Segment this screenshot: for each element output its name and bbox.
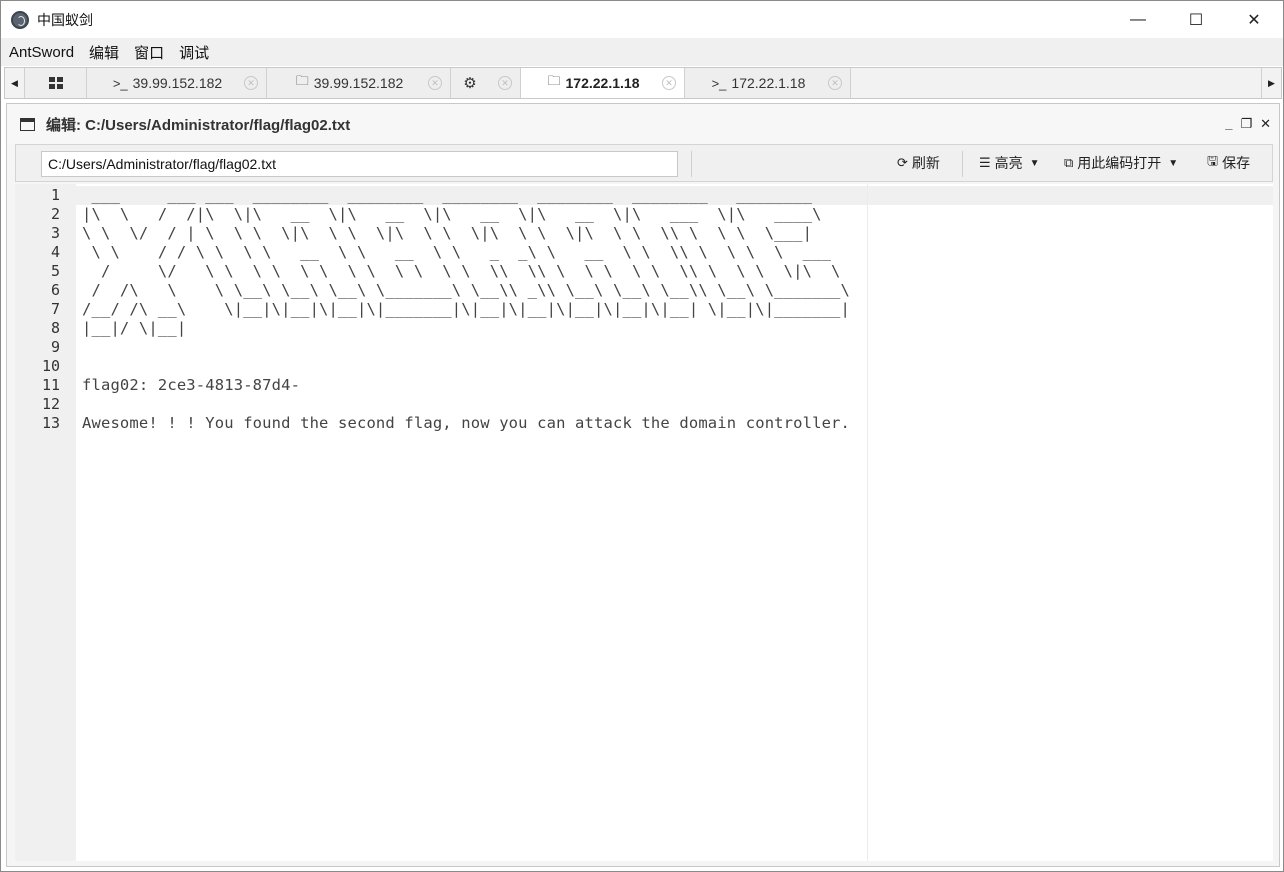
code-editor[interactable]: 1 ___ ___ ___ ________ ________ ________…	[15, 184, 1273, 861]
refresh-button[interactable]: ⟳ 刷新	[897, 145, 940, 181]
refresh-label: 刷新	[911, 155, 940, 171]
tab-close-icon[interactable]: ✕	[662, 76, 676, 90]
file-path-input[interactable]	[41, 151, 678, 177]
tab-files-172-22-1-18[interactable]: 🗀 172.22.1.18 ✕	[521, 68, 685, 98]
line-number: 7	[50, 300, 60, 318]
save-label: 保存	[1222, 155, 1251, 171]
folder-icon: 🗀	[547, 73, 561, 88]
toolbar-divider	[962, 151, 963, 177]
line-number: 10	[41, 357, 60, 375]
close-window-button[interactable]: ✕	[1225, 1, 1283, 38]
editor-line: 10	[15, 357, 1273, 376]
title-bar: 中国蚁剑 — ☐ ✕	[1, 1, 1283, 38]
tab-label: 172.22.1.18	[731, 75, 806, 91]
terminal-icon: >_	[112, 75, 128, 91]
encoding-icon: ⧉	[1064, 155, 1074, 170]
floppy-disk-icon: 🖫	[1207, 153, 1219, 168]
editor-panel: 编辑: C:/Users/Administrator/flag/flag02.t…	[6, 103, 1280, 867]
panel-restore-button[interactable]: ❐	[1240, 116, 1252, 132]
line-number: 1	[50, 186, 60, 204]
tab-scroll-left-button[interactable]: ◀	[5, 68, 25, 98]
tab-files-39-99-152-182[interactable]: 🗀 39.99.152.182 ✕	[267, 68, 451, 98]
editor-line: 9	[15, 338, 1273, 357]
menu-antsword[interactable]: AntSword	[9, 44, 74, 61]
tab-home[interactable]	[25, 68, 87, 98]
line-number: 12	[41, 395, 60, 413]
tab-close-icon[interactable]: ✕	[498, 76, 512, 90]
menu-edit[interactable]: 编辑	[89, 42, 119, 63]
editor-line: 1 ___ ___ ___ ________ ________ ________…	[15, 186, 1273, 205]
minimize-button[interactable]: —	[1109, 1, 1167, 38]
refresh-icon: ⟳	[897, 155, 908, 170]
tab-label: 39.99.152.182	[132, 75, 223, 91]
editor-line: 6 / /\ \ \ \__\ \__\ \__\ \_______\ \__\…	[15, 281, 1273, 300]
toolbar-divider	[691, 151, 692, 177]
editor-line: 11 flag02: 2ce3-4813-87d4-	[15, 376, 1273, 395]
line-text: \ \ / / \ \ \ \ __ \ \ __ \ \ _ _\ \ __ …	[82, 243, 832, 261]
editor-line: 2 |\ \ / /|\ \|\ __ \|\ __ \|\ __ \|\ __ …	[15, 205, 1273, 224]
editor-line: 12	[15, 395, 1273, 414]
open-with-encoding-dropdown[interactable]: ⧉ 用此编码打开 ▼	[1064, 145, 1178, 181]
panel-header: 编辑: C:/Users/Administrator/flag/flag02.t…	[7, 104, 1279, 144]
menu-debug[interactable]: 调试	[179, 42, 209, 63]
line-text: \ \ \/ / | \ \ \ \|\ \ \ \|\ \ \ \|\ \ \…	[82, 224, 813, 242]
tab-label: 39.99.152.182	[313, 75, 404, 91]
line-text: / /\ \ \ \__\ \__\ \__\ \_______\ \__\\ …	[82, 281, 851, 299]
menu-bar: AntSword 编辑 窗口 调试	[1, 38, 1283, 66]
line-number: 4	[50, 243, 60, 261]
list-icon: ☰	[979, 155, 991, 170]
antsword-logo-icon	[11, 10, 29, 29]
editor-line: 7 /__/ /\ __\ \|__|\|__|\|__|\|_______|\|…	[15, 300, 1273, 319]
line-text: ___ ___ ___ ________ ________ ________ _…	[82, 186, 813, 204]
line-text: /__/ /\ __\ \|__|\|__|\|__|\|_______|\|_…	[82, 300, 851, 318]
line-number: 13	[41, 414, 60, 432]
editor-line: 3 \ \ \/ / | \ \ \ \|\ \ \ \|\ \ \ \|\ \ …	[15, 224, 1273, 243]
tab-close-icon[interactable]: ✕	[244, 76, 258, 90]
chevron-down-icon: ▼	[1029, 157, 1040, 169]
grid-icon	[48, 77, 63, 89]
tab-scroll-right-button[interactable]: ▶	[1261, 68, 1281, 98]
line-number: 9	[50, 338, 60, 356]
editor-line: 13 Awesome! ! ! You found the second flag…	[15, 414, 1273, 433]
editor-line: 4 \ \ / / \ \ \ \ __ \ \ __ \ \ _ _\ \ _…	[15, 243, 1273, 262]
panel-title: 编辑: C:/Users/Administrator/flag/flag02.t…	[46, 116, 351, 134]
tab-terminal-39-99-152-182[interactable]: >_ 39.99.152.182 ✕	[87, 68, 267, 98]
panel-minimize-button[interactable]: _	[1225, 116, 1232, 132]
panel-close-button[interactable]: ✕	[1260, 116, 1271, 132]
line-text: |\ \ / /|\ \|\ __ \|\ __ \|\ __ \|\ __ \…	[82, 205, 822, 223]
highlight-label: 高亮	[994, 155, 1023, 171]
line-number: 3	[50, 224, 60, 242]
highlight-dropdown[interactable]: ☰ 高亮 ▼	[979, 145, 1040, 181]
tab-close-icon[interactable]: ✕	[428, 76, 442, 90]
gear-icon: ⚙	[463, 75, 477, 92]
editor-line: 5 / \/ \ \ \ \ \ \ \ \ \ \ \ \ \\ \\ \ \…	[15, 262, 1273, 281]
editor-toolbar: ⟳ 刷新 ☰ 高亮 ▼ ⧉ 用此编码打开 ▼ 🖫 保存	[15, 144, 1273, 182]
line-text: / \/ \ \ \ \ \ \ \ \ \ \ \ \ \\ \\ \ \ \…	[82, 262, 841, 280]
terminal-icon: >_	[711, 75, 727, 91]
folder-icon: 🗀	[295, 73, 309, 88]
tab-terminal-172-22-1-18[interactable]: >_ 172.22.1.18 ✕	[685, 68, 851, 98]
tab-label: 172.22.1.18	[565, 75, 640, 91]
chevron-down-icon: ▼	[1168, 157, 1179, 169]
window-icon	[20, 117, 35, 131]
line-text: Awesome! ! ! You found the second flag, …	[82, 414, 851, 432]
menu-window[interactable]: 窗口	[134, 42, 164, 63]
maximize-button[interactable]: ☐	[1167, 1, 1225, 38]
tab-bar: ◀ >_ 39.99.152.182 ✕ 🗀 39.99.152.182 ✕ ⚙…	[4, 67, 1282, 99]
open-with-encoding-label: 用此编码打开	[1077, 155, 1162, 171]
tab-close-icon[interactable]: ✕	[828, 76, 842, 90]
line-number: 5	[50, 262, 60, 280]
save-button[interactable]: 🖫 保存	[1207, 145, 1250, 181]
line-number: 8	[50, 319, 60, 337]
line-number: 6	[50, 281, 60, 299]
line-number: 11	[41, 376, 60, 394]
window-title: 中国蚁剑	[37, 11, 93, 28]
tab-settings[interactable]: ⚙ ✕	[451, 68, 521, 98]
editor-lines: 1 ___ ___ ___ ________ ________ ________…	[15, 186, 1273, 433]
line-text: |__|/ \|__|	[82, 319, 187, 337]
line-number: 2	[50, 205, 60, 223]
editor-line: 8 |__|/ \|__|	[15, 319, 1273, 338]
line-text: flag02: 2ce3-4813-87d4-	[82, 376, 301, 394]
